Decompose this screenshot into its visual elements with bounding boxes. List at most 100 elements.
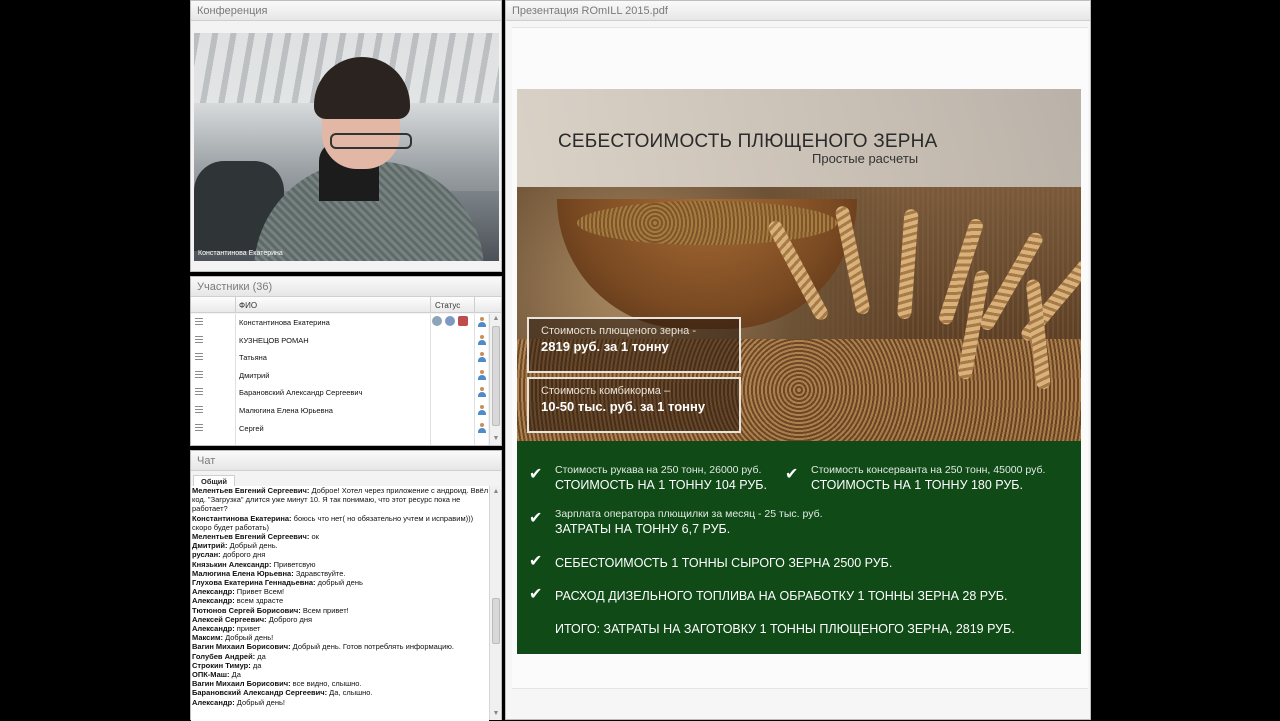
price-box-feed: Стоимость комбикорма – 10-50 тыс. руб. з… <box>527 377 741 433</box>
chat-author: Тютюнов Сергей Борисович: <box>192 605 301 615</box>
row-menu-icon[interactable] <box>195 353 203 361</box>
cost-total-text: ИТОГО: ЗАТРАТЫ НА ЗАГОТОВКУ 1 ТОННЫ ПЛЮЩ… <box>555 622 1015 636</box>
chat-author: Мелентьев Евгений Сергеевич: <box>192 532 310 542</box>
row-separator <box>474 314 475 445</box>
scroll-up-icon[interactable]: ▲ <box>492 315 500 323</box>
column-separator <box>430 297 431 313</box>
participant-name: Константинова Екатерина <box>239 318 330 327</box>
scroll-thumb[interactable] <box>492 598 500 644</box>
cost-item-total: ЗАТРАТЫ НА ТОННУ 6,7 РУБ. <box>555 522 731 536</box>
chat-text: добрый день <box>315 578 363 588</box>
conference-title: Конференция <box>191 1 501 21</box>
webcam-video[interactable]: Константинова Екатерина <box>194 33 499 261</box>
chat-text: да <box>255 651 266 661</box>
scroll-up-icon[interactable]: ▲ <box>492 488 500 496</box>
chat-text: Здравствуйте. <box>293 568 346 578</box>
box-label: Стоимость плющеного зерна - <box>541 325 696 337</box>
chat-author: Князькин Александр: <box>192 559 272 569</box>
camera-icon[interactable] <box>432 316 442 326</box>
row-menu-icon[interactable] <box>195 388 203 396</box>
row-menu-icon[interactable] <box>195 370 203 378</box>
chat-author: Глухова Екатерина Геннадьевна: <box>192 578 316 588</box>
column-fio[interactable]: ФИО <box>239 301 257 310</box>
user-icon <box>478 317 486 327</box>
chat-message: Александр: Добрый день! <box>192 698 489 707</box>
chat-text: Да <box>229 670 241 680</box>
chat-text: Да, слышно. <box>327 688 373 698</box>
chat-message: Вагин Михаил Борисович: Добрый день. Гот… <box>192 642 489 651</box>
user-icon <box>478 387 486 398</box>
chat-text: все видно, слышно. <box>290 679 362 689</box>
scroll-down-icon[interactable]: ▼ <box>492 435 500 443</box>
chat-scrollbar[interactable]: ▲ ▼ <box>489 486 501 720</box>
chat-message: Глухова Екатерина Геннадьевна: добрый де… <box>192 578 489 587</box>
conference-panel: Конференция Константинова Екатерина <box>190 0 502 272</box>
scroll-thumb[interactable] <box>492 326 500 426</box>
participants-table-header: ФИО Статус <box>191 297 501 313</box>
participant-name: Барановский Александр Сергеевич <box>239 388 363 398</box>
chat-message: Барановский Александр Сергеевич: Да, слы… <box>192 688 489 697</box>
participant-name: Татьяна <box>239 353 267 363</box>
chat-author: ОПК-Маш: <box>192 670 230 680</box>
participant-name: КУЗНЕЦОВ РОМАН <box>239 335 309 345</box>
chat-message: Князькин Александр: Приветсвую <box>192 560 489 569</box>
box-label: Стоимость комбикорма – <box>541 385 671 397</box>
chat-author: Александр: <box>192 596 235 606</box>
row-menu-icon[interactable] <box>195 318 203 325</box>
slide: СЕБЕСТОИМОСТЬ ПЛЮЩЕНОГО ЗЕРНА Простые ра… <box>517 89 1081 654</box>
chat-message: Строкин Тимур: да <box>192 661 489 670</box>
cost-item-total: СТОИМОСТЬ НА 1 ТОННУ 104 РУБ. <box>555 478 767 492</box>
check-icon: ✔ <box>785 466 799 483</box>
chat-text: Добрый день. <box>227 541 278 551</box>
slide-photo: СЕБЕСТОИМОСТЬ ПЛЮЩЕНОГО ЗЕРНА Простые ра… <box>517 89 1081 441</box>
chat-text: ок <box>309 532 319 542</box>
chat-text: Добрый день! <box>223 633 274 643</box>
bowl-grain <box>577 201 837 245</box>
chat-panel: Чат Общий Мелентьев Евгений Сергеевич: Д… <box>190 450 502 721</box>
chat-message: Константинова Екатерина: боюсь что нет( … <box>192 514 489 532</box>
microphone-icon[interactable] <box>445 316 455 326</box>
chat-message: Алексей Сергеевич: Доброго дня <box>192 615 489 624</box>
chat-text: Всем привет! <box>300 605 349 615</box>
participants-title: Участники (36) <box>191 277 501 297</box>
chat-message: Мелентьев Евгений Сергеевич: ок <box>192 532 489 541</box>
chat-message: Дмитрий: Добрый день. <box>192 541 489 550</box>
column-status[interactable]: Статус <box>435 301 460 310</box>
screen-share-icon[interactable] <box>458 316 468 326</box>
chat-message: Вагин Михаил Борисович: все видно, слышн… <box>192 679 489 688</box>
chat-author: Дмитрий: <box>192 541 228 551</box>
column-separator <box>474 297 475 313</box>
chat-title: Чат <box>191 451 501 471</box>
chat-author: руслан: <box>192 550 221 560</box>
chat-author: Константинова Екатерина: <box>192 513 292 523</box>
row-menu-icon[interactable] <box>195 423 203 431</box>
participant-name: Дмитрий <box>239 370 270 380</box>
chat-author: Малюгина Елена Юрьевна: <box>192 568 294 578</box>
chat-author: Александр: <box>192 697 235 707</box>
chat-message: Тютюнов Сергей Борисович: Всем привет! <box>192 606 489 615</box>
cost-item-detail: Зарплата оператора плющилки за месяц - 2… <box>555 508 823 520</box>
check-icon: ✔ <box>529 586 543 603</box>
webinar-app: Конференция Константинова Екатерина Учас… <box>0 0 1280 721</box>
chat-author: Вагин Михаил Борисович: <box>192 679 291 689</box>
chat-message: Мелентьев Евгений Сергеевич: Доброе! Хот… <box>192 486 489 514</box>
chat-text: доброго дня <box>220 550 266 560</box>
row-separator <box>235 314 236 445</box>
chat-author: Строкин Тимур: <box>192 660 251 670</box>
chat-author: Мелентьев Евгений Сергеевич: <box>192 486 310 495</box>
participant-status <box>432 316 468 326</box>
scroll-down-icon[interactable]: ▼ <box>492 710 500 718</box>
chat-author: Вагин Михаил Борисович: <box>192 642 291 652</box>
row-menu-icon[interactable] <box>195 405 203 413</box>
chat-author: Максим: <box>192 633 223 643</box>
cost-item-total: РАСХОД ДИЗЕЛЬНОГО ТОПЛИВА НА ОБРАБОТКУ 1… <box>555 589 1008 603</box>
participants-scrollbar[interactable]: ▲ ▼ <box>489 314 501 445</box>
chat-message: Максим: Добрый день! <box>192 633 489 642</box>
row-menu-icon[interactable] <box>195 335 203 343</box>
chat-message: ОПК-Маш: Да <box>192 670 489 679</box>
slide-title: СЕБЕСТОИМОСТЬ ПЛЮЩЕНОГО ЗЕРНА <box>558 131 938 152</box>
chat-message: Голубев Андрей: да <box>192 652 489 661</box>
check-icon: ✔ <box>529 553 543 570</box>
chat-text: Добрый день! <box>234 697 285 707</box>
cost-item-detail: Стоимость рукава на 250 тонн, 26000 руб. <box>555 464 762 476</box>
